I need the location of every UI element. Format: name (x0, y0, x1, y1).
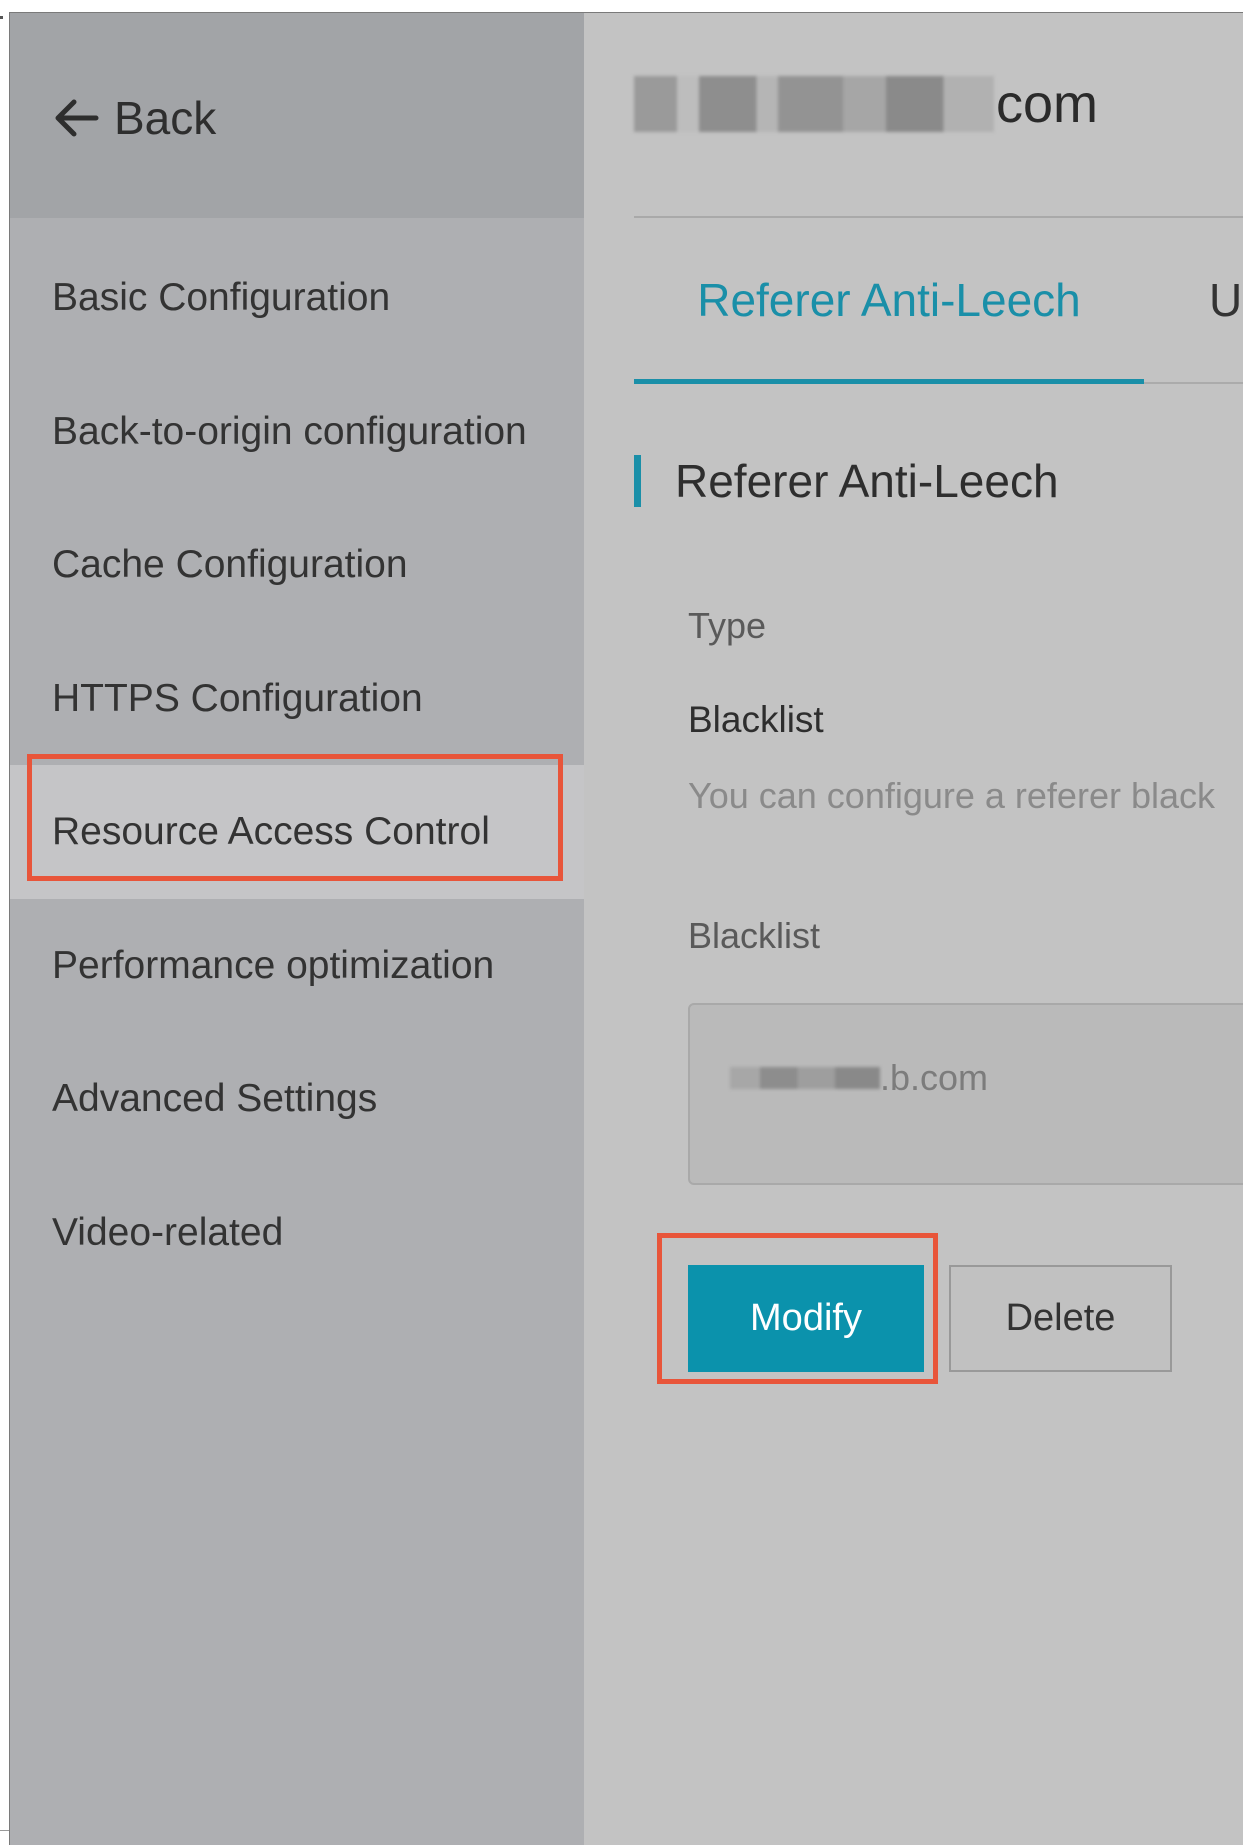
back-link[interactable]: Back (52, 91, 216, 145)
type-value: Blacklist (688, 699, 824, 740)
delete-button[interactable]: Delete (949, 1265, 1172, 1372)
sidebar-item-basic-configuration[interactable]: Basic Configuration (10, 231, 584, 365)
type-hint: You can configure a referer black (688, 775, 1215, 816)
modify-button[interactable]: Modify (688, 1265, 924, 1372)
tab-bar: Referer Anti-Leech U (634, 218, 1243, 384)
type-label: Type (688, 605, 767, 646)
blacklist-label: Blacklist (688, 915, 821, 956)
back-area: Back (10, 13, 584, 218)
app-window: Back Basic Configuration Back-to-origin … (9, 12, 1243, 1845)
domain-suffix: com (996, 74, 1099, 134)
sidebar-item-performance-optimization[interactable]: Performance optimization (10, 899, 584, 1033)
sidebar-nav: Basic Configuration Back-to-origin confi… (10, 231, 584, 1299)
tab-referer-anti-leech[interactable]: Referer Anti-Leech (634, 218, 1144, 384)
main-content: com Referer Anti-Leech U Referer Anti-Le… (584, 13, 1243, 1845)
corner-tick (0, 1830, 9, 1831)
blacklist-textarea[interactable]: .b.com (688, 1003, 1243, 1185)
sidebar-item-video-related[interactable]: Video-related (10, 1166, 584, 1300)
corner-mark (0, 16, 3, 19)
blacklist-value: .b.com (730, 1057, 988, 1099)
section-title: Referer Anti-Leech (634, 453, 1059, 509)
redacted-blacklist-prefix (730, 1067, 880, 1089)
section-accent-bar (634, 455, 641, 507)
domain-title: com (634, 73, 1098, 135)
redacted-domain (634, 76, 994, 132)
arrow-left-icon (52, 98, 100, 138)
back-label: Back (114, 92, 217, 144)
tab-next[interactable]: U (1209, 218, 1242, 382)
sidebar: Back Basic Configuration Back-to-origin … (10, 13, 584, 1845)
sidebar-item-back-to-origin-configuration[interactable]: Back-to-origin configuration (10, 365, 584, 499)
section-title-text: Referer Anti-Leech (675, 455, 1059, 507)
sidebar-item-resource-access-control[interactable]: Resource Access Control (10, 765, 584, 899)
sidebar-item-advanced-settings[interactable]: Advanced Settings (10, 1032, 584, 1166)
sidebar-item-cache-configuration[interactable]: Cache Configuration (10, 498, 584, 632)
sidebar-item-https-configuration[interactable]: HTTPS Configuration (10, 632, 584, 766)
blacklist-value-suffix: .b.com (880, 1057, 989, 1098)
